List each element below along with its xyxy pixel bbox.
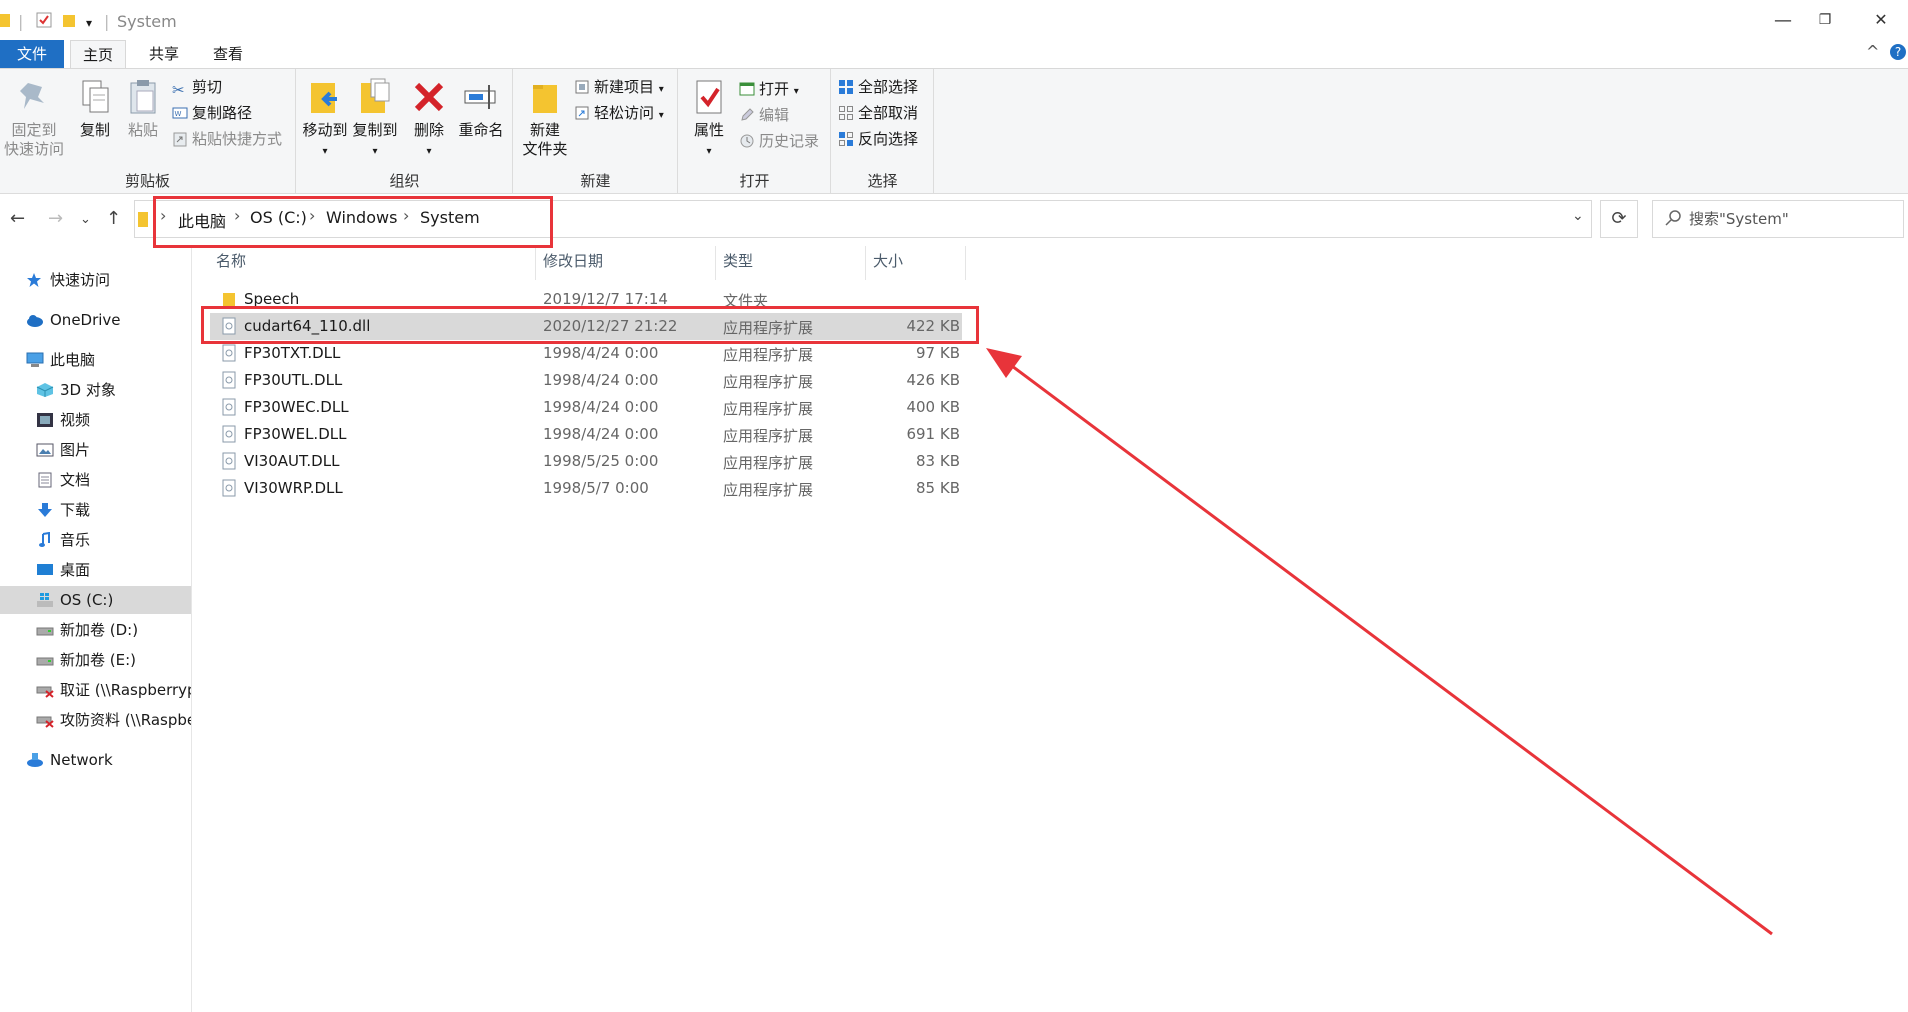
- annotation-arrow: [986, 348, 1773, 936]
